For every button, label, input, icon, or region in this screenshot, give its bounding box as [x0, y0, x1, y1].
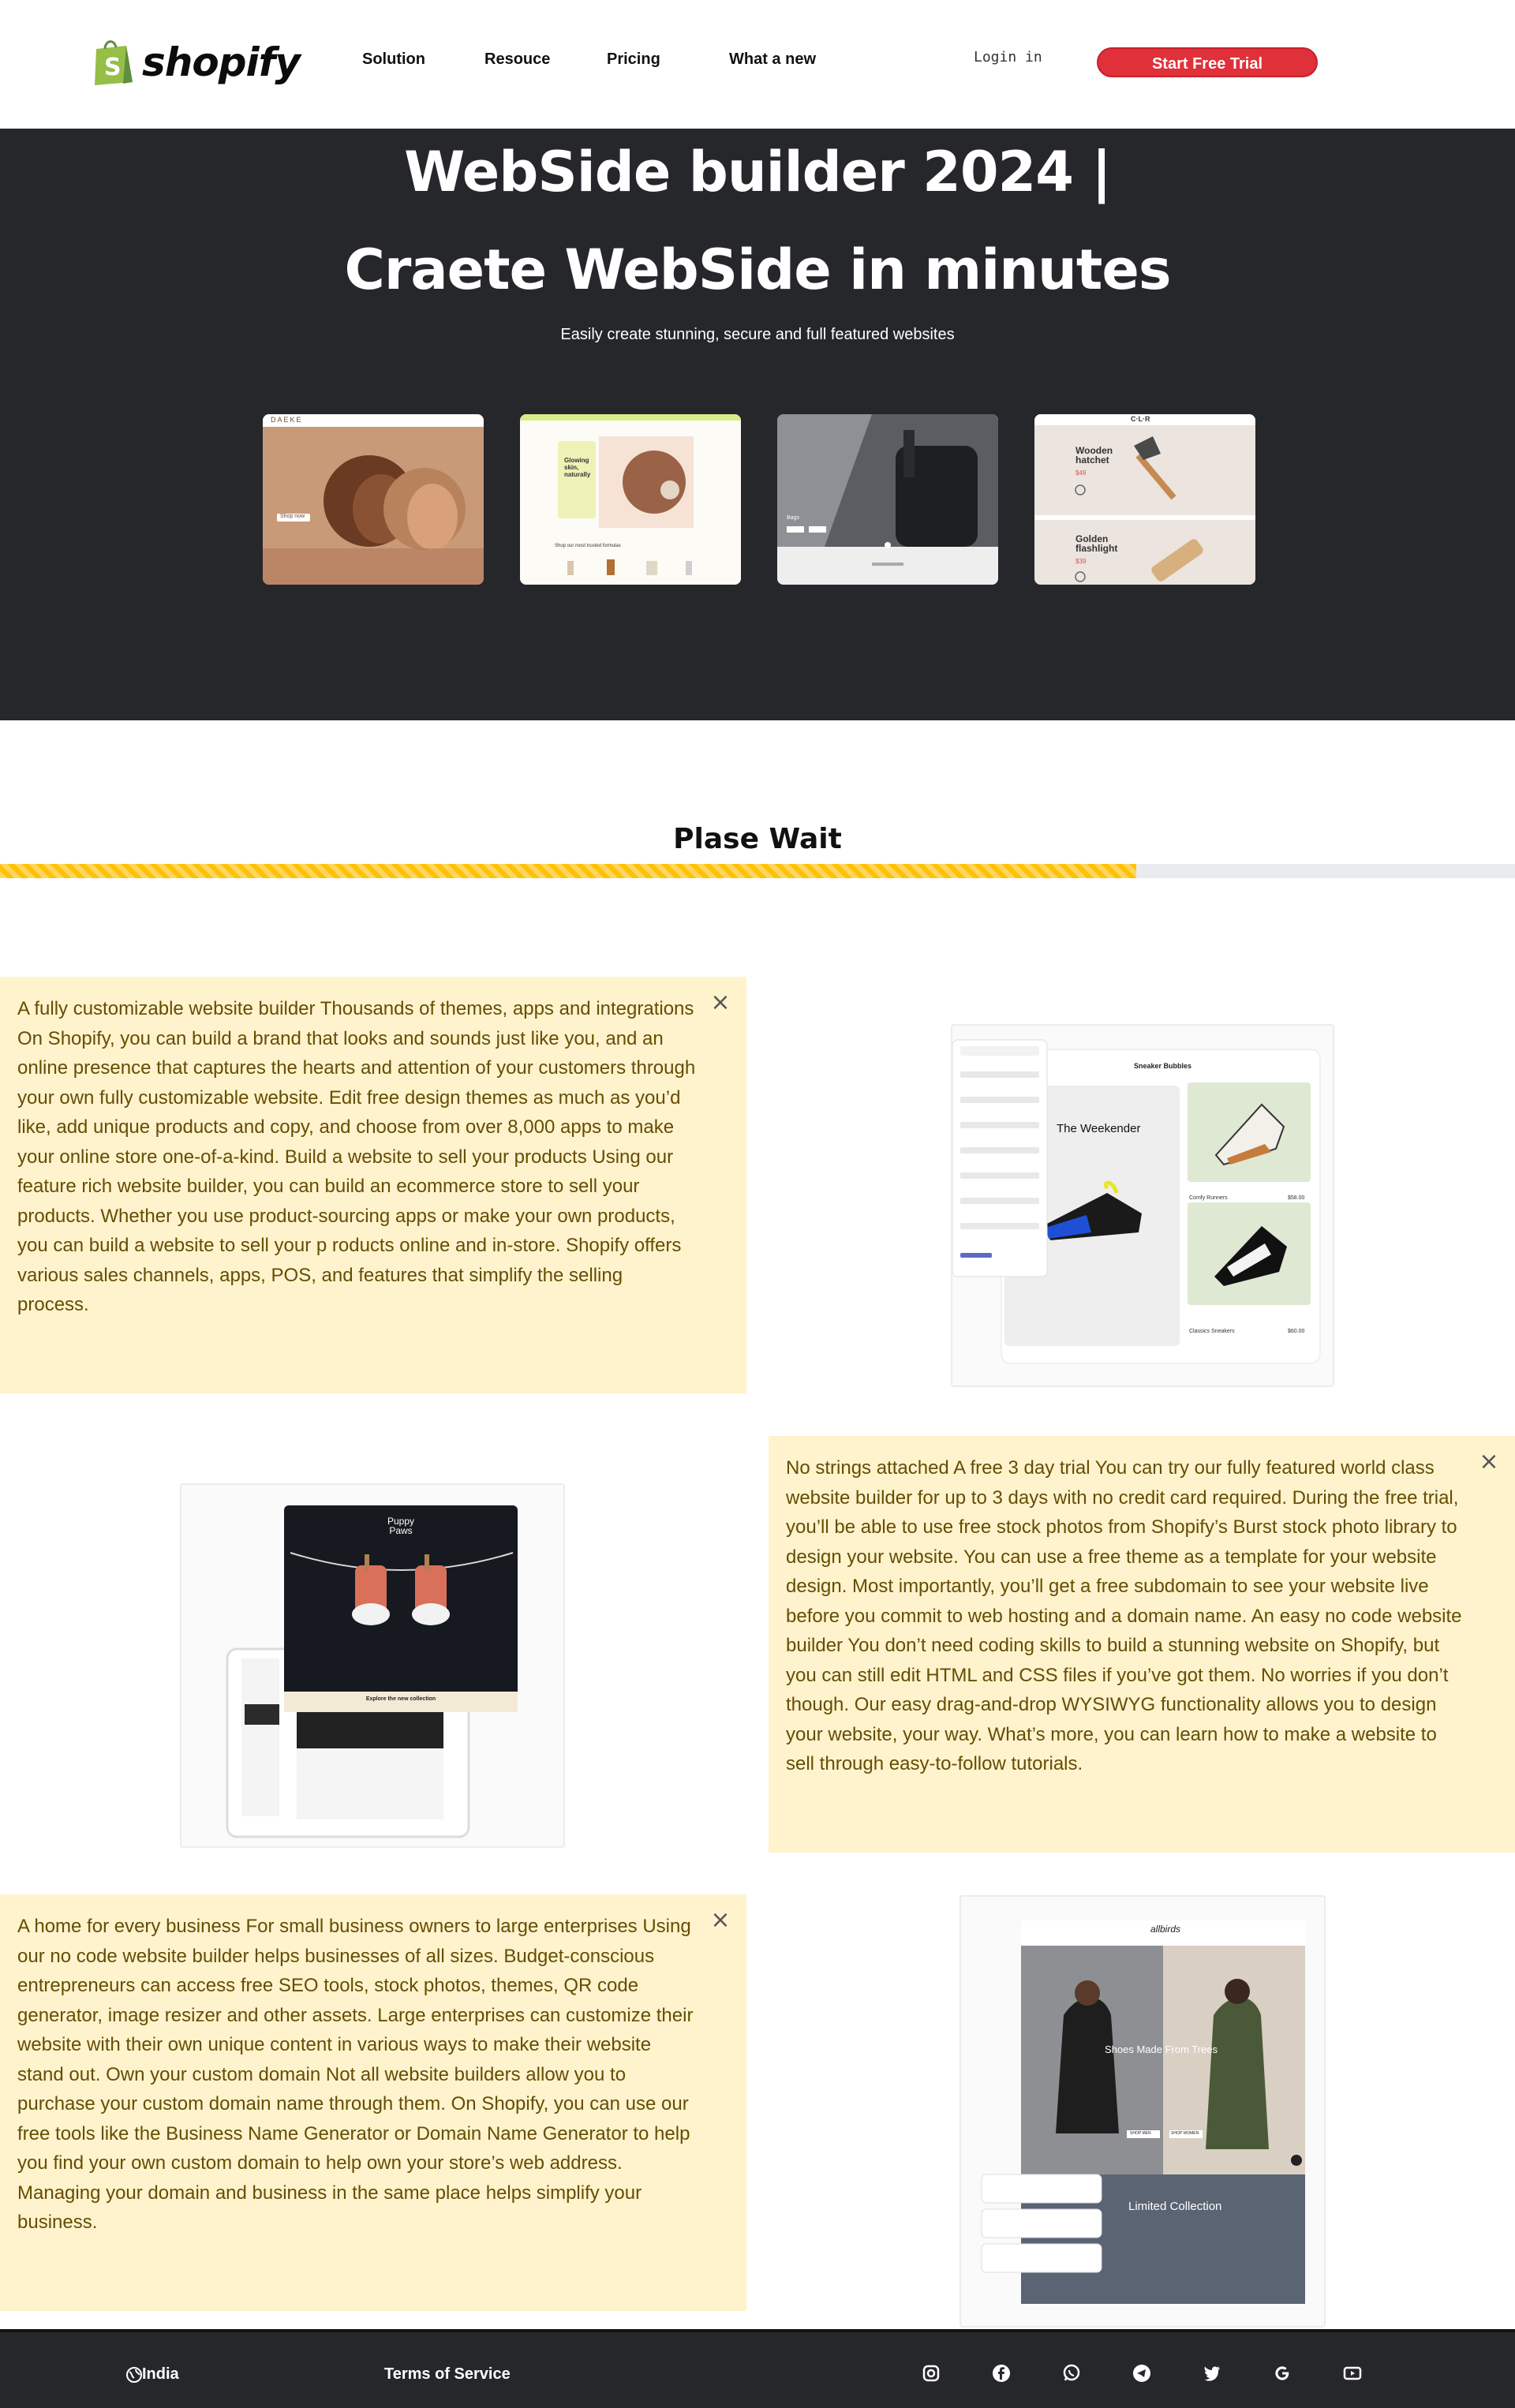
sneaker-item1-price: $58.00	[1288, 1195, 1305, 1201]
google-icon[interactable]	[1273, 2364, 1292, 2383]
puppy-brand: Puppy Paws	[387, 1516, 415, 1536]
screenshot-fashion-store: allbirds Shoes Made From Trees SHOP MEN …	[960, 1895, 1326, 2328]
brand-wordmark: shopify	[142, 39, 301, 85]
navbar: S shopify Solution Resouce Pricing What …	[0, 0, 1515, 129]
shopify-bag-icon: S	[92, 38, 136, 87]
hero-section: WebSide builder 2024 | Craete WebSide in…	[0, 129, 1515, 720]
hero-title-line1: WebSide builder 2024 |	[404, 140, 1112, 204]
thumb-tools-item2-price: $39	[1075, 558, 1087, 565]
svg-text:S: S	[104, 54, 122, 81]
fashion-btn-men: SHOP MEN	[1130, 2131, 1151, 2136]
login-link[interactable]: Login in	[974, 49, 1042, 65]
feature-alert-1: A fully customizable website builder Tho…	[0, 977, 746, 1393]
fashion-btn-women: SHOP WOMEN	[1171, 2131, 1199, 2136]
thumb-beauty-brand: DAEKE	[271, 416, 303, 424]
template-thumb-beauty[interactable]: DAEKE Shop now	[263, 414, 484, 585]
sneaker-item2-name: Classics Sneakers	[1189, 1329, 1235, 1334]
sneaker-item2-price: $60.00	[1288, 1329, 1305, 1334]
whatsapp-icon[interactable]	[1062, 2364, 1081, 2383]
fashion-hero-title: Shoes Made From Trees	[1105, 2043, 1218, 2055]
telegram-icon[interactable]	[1132, 2364, 1151, 2383]
progress-bar	[0, 864, 1515, 878]
close-icon[interactable]: ×	[710, 991, 731, 1015]
region-selector[interactable]: India	[126, 2365, 179, 2384]
feature-alert-2: No strings attached A free 3 day trial Y…	[769, 1436, 1515, 1853]
thumb-tools-item1-name: Wooden hatchet	[1075, 445, 1113, 466]
nav-resource[interactable]: Resouce	[484, 50, 550, 69]
template-thumb-skincare[interactable]: Glowing skin, naturally Shop our most tr…	[520, 414, 741, 585]
thumb-beauty-button: Shop now	[280, 514, 305, 519]
puppy-cta: Explore the new collection	[365, 1696, 436, 1702]
screenshot-sneaker-store: Sneaker Bubbles The Weekender Comfy Runn…	[951, 1024, 1334, 1387]
nav-solution[interactable]: Solution	[362, 50, 425, 69]
feature-alert-3: A home for every business For small busi…	[0, 1894, 746, 2311]
fashion-card-title: Limited Collection	[1128, 2200, 1222, 2213]
facebook-icon[interactable]	[992, 2364, 1011, 2383]
sneaker-product-title: The Weekender	[1057, 1122, 1141, 1135]
youtube-icon[interactable]	[1343, 2364, 1362, 2383]
globe-icon	[126, 2366, 142, 2383]
shopify-logo[interactable]: S shopify	[92, 38, 301, 87]
progress-bar-fill	[0, 864, 1136, 878]
feature-text-2: No strings attached A free 3 day trial Y…	[786, 1457, 1462, 1774]
feature-text-1: A fully customizable website builder Tho…	[17, 998, 696, 1315]
instagram-icon[interactable]	[922, 2364, 941, 2383]
nav-pricing[interactable]: Pricing	[607, 50, 660, 69]
region-label: India	[142, 2365, 179, 2383]
thumb-tools-item1-price: $49	[1075, 469, 1087, 477]
close-icon[interactable]: ×	[1479, 1450, 1499, 1474]
thumb-skincare-heading: Glowing skin, naturally	[564, 457, 591, 478]
thumb-bags-label: Bags	[787, 515, 799, 521]
feature-text-3: A home for every business For small busi…	[17, 1916, 694, 2233]
fashion-brand: allbirds	[1150, 1924, 1181, 1935]
template-thumb-tools[interactable]: C·L·R Wooden hatchet $49 Golden flashlig…	[1034, 414, 1255, 585]
twitter-icon[interactable]	[1203, 2364, 1221, 2383]
sneaker-store-name: Sneaker Bubbles	[1134, 1062, 1192, 1070]
footer: India Terms of Service	[0, 2329, 1515, 2408]
start-free-trial-button[interactable]: Start Free Trial	[1097, 47, 1318, 77]
hero-title-line2: Craete WebSide in minutes	[344, 237, 1172, 302]
close-icon[interactable]: ×	[710, 1909, 731, 1932]
thumb-tools-item2-name: Golden flashlight	[1075, 533, 1118, 554]
screenshot-puppy-store: Puppy Paws Explore the new collection	[180, 1483, 565, 1848]
thumb-tools-brand: C·L·R	[1131, 415, 1150, 423]
terms-of-service-link[interactable]: Terms of Service	[384, 2365, 511, 2384]
template-thumb-bags[interactable]: Bags	[777, 414, 998, 585]
nav-whats-new[interactable]: What a new	[729, 50, 816, 69]
hero-subtitle: Easily create stunning, secure and full …	[560, 326, 955, 343]
thumb-skincare-section: Shop our most trusted formulas	[555, 544, 621, 548]
sneaker-item1-name: Comfy Runners	[1189, 1195, 1228, 1201]
please-wait-title: Plase Wait	[673, 823, 842, 855]
